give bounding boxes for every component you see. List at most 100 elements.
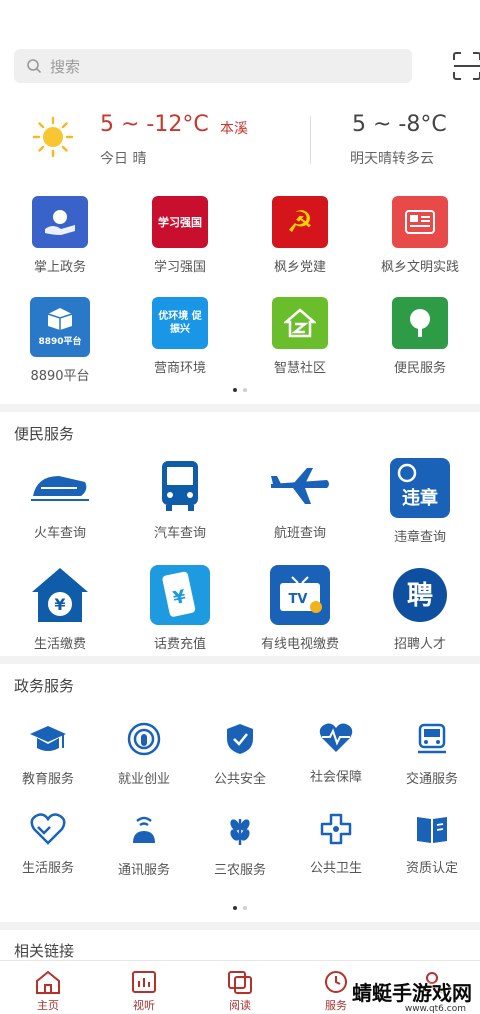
app-label: 枫乡党建 [273,260,326,275]
tv-icon: TV [270,565,330,625]
gov-label: 公共安全 [213,772,266,787]
car-icon [418,723,446,754]
gov-label: 就业创业 [117,772,170,787]
tab-label: 主页 [37,999,59,1012]
home-icon [36,970,60,994]
service-label: 违章查询 [393,530,446,545]
signal-icon [133,816,155,843]
service-recruit[interactable]: 聘 招聘人才 [360,565,480,652]
app-fengxiang-dangjian[interactable]: ☭ 枫乡党建 [240,196,360,275]
clock-icon [325,971,347,993]
app-fengxiang-wenming[interactable]: 枫乡文明实践 [360,196,480,275]
study-logo-icon: 学习强国 [152,196,208,248]
gov-label: 教育服务 [21,772,74,787]
airplane-icon [268,458,332,514]
weather-divider [310,116,311,164]
copy-icon [228,971,252,994]
pager-dot [243,906,247,910]
gov-public-safety[interactable]: 公共安全 [192,722,288,787]
today-description: 今日 晴 [100,151,147,167]
status-bar [0,0,480,40]
search-icon [27,59,42,74]
tab-label: 服务 [325,999,347,1012]
gov-traffic[interactable]: 交通服务 [384,722,480,787]
gov-employment[interactable]: 就业创业 [96,722,192,787]
gov-label: 通讯服务 [117,863,170,878]
service-label: 汽车查询 [153,526,206,541]
watermark-logo: 蜻蜓手游戏网 [352,981,472,1005]
scan-icon [453,52,480,80]
app-label: 枫乡文明实践 [380,260,459,275]
tab-media[interactable]: 视听 [96,961,192,1014]
service-label: 招聘人才 [393,637,446,652]
search-row: 搜索 [14,48,480,84]
convenience-grid: 火车查询 汽车查询 航班查询 违章 违章查询 ¥ 生活缴费 ¥ 话费充值 TV [0,458,480,652]
app-xuexi-qiangguo[interactable]: 学习强国 学习强国 [120,196,240,275]
service-violation[interactable]: 违章 违章查询 [360,458,480,545]
section-separator [0,404,480,412]
gov-section-title: 政务服务 [14,677,75,695]
search-input[interactable]: 搜索 [14,49,412,83]
heart-hand-icon [30,813,66,845]
convenience-section-title: 便民服务 [14,425,75,443]
gov-life-service[interactable]: 生活服务 [0,813,96,878]
app-zhihui-shequ[interactable]: 智慧社区 [240,297,360,384]
tab-label: 阅读 [229,999,251,1012]
app-zhangshang-zhengwu[interactable]: 掌上政务 [0,196,120,275]
service-label: 有线电视缴费 [260,637,339,652]
service-label: 火车查询 [33,526,86,541]
newspaper-icon [392,196,448,248]
top-grid-pager [0,388,480,392]
app-8890[interactable]: 8890平台 8890平台 [0,297,120,384]
app-bianmin-fuwu[interactable]: 便民服务 [360,297,480,384]
service-train[interactable]: 火车查询 [0,458,120,545]
app-yingshang-huanjing[interactable]: 优环境 促振兴 营商环境 [120,297,240,384]
pager-dot [233,906,237,910]
violation-search-icon: 违章 [390,458,450,518]
service-bus[interactable]: 汽车查询 [120,458,240,545]
tab-label: 视听 [133,999,155,1012]
city-name: 本溪 [220,121,248,137]
tree-icon [392,297,448,349]
section-separator [0,922,480,930]
tomorrow-temperature: 5 ~ -8°C [352,112,447,137]
chart-icon [132,971,156,993]
gov-public-health[interactable]: 公共卫生 [288,813,384,878]
app-label: 营商环境 [153,361,206,376]
service-flight[interactable]: 航班查询 [240,458,360,545]
ear-icon [127,722,161,756]
service-tv-payment[interactable]: TV 有线电视缴费 [240,565,360,652]
wheat-icon [230,819,250,845]
gov-label: 公共卫生 [309,861,362,876]
medical-cross-icon [320,813,352,845]
search-placeholder: 搜索 [50,57,81,76]
recruit-icon: 聘 [390,565,450,625]
gov-label: 三农服务 [213,863,266,878]
gov-label: 交通服务 [405,772,458,787]
service-label: 话费充值 [153,637,206,652]
app-label: 智慧社区 [273,361,326,376]
service-label: 生活缴费 [33,637,86,652]
gov-qualification[interactable]: 资质认定 [384,813,480,878]
service-life-payment[interactable]: ¥ 生活缴费 [0,565,120,652]
business-env-icon: 优环境 促振兴 [152,297,208,349]
box-icon: 8890平台 [30,297,90,357]
gov-communication[interactable]: 通讯服务 [96,813,192,878]
gov-grid-pager [0,906,480,910]
app-label: 掌上政务 [33,260,86,275]
scan-button[interactable] [451,50,480,82]
tab-reading[interactable]: 阅读 [192,961,288,1014]
svg-text:聘: 聘 [407,581,433,611]
gov-social-security[interactable]: 社会保障 [288,722,384,787]
gov-label: 社会保障 [309,770,362,785]
weather-panel[interactable]: 5 ~ -12°C 本溪 今日 晴 5 ~ -8°C 明天晴转多云 [0,104,480,184]
tomorrow-description: 明天晴转多云 [350,151,434,167]
phone-yen-icon: ¥ [150,565,210,625]
gov-education[interactable]: 教育服务 [0,722,96,787]
tab-home[interactable]: 主页 [0,961,96,1014]
graduation-cap-icon [30,726,66,751]
gov-agriculture[interactable]: 三农服务 [192,813,288,878]
train-icon [28,458,92,514]
service-phone-recharge[interactable]: ¥ 话费充值 [120,565,240,652]
party-emblem-icon: ☭ [272,196,328,248]
